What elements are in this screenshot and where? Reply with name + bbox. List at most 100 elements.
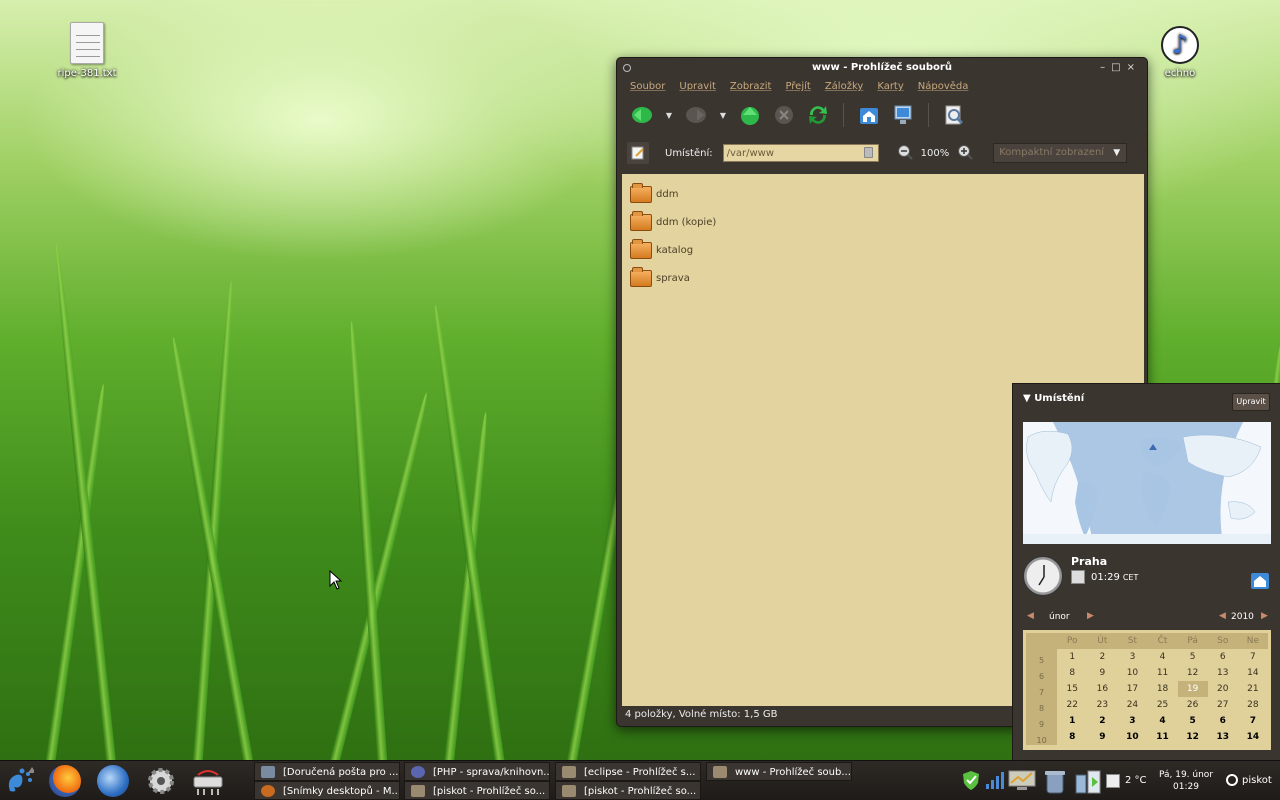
calendar-day[interactable]: 6 [1208,649,1238,665]
calendar-day[interactable]: 13 [1208,729,1238,745]
reload-button[interactable] [805,102,831,128]
network-status-button[interactable] [984,769,1006,791]
home-button[interactable] [856,102,882,128]
calendar-day[interactable]: 27 [1208,697,1238,713]
calendar-day[interactable]: 10 [1117,665,1147,681]
window-titlebar[interactable]: www - Prohlížeč souborů –□× [617,58,1147,78]
calendar-day[interactable]: 12 [1178,729,1208,745]
menu-karty[interactable]: Karty [877,78,903,96]
task-button[interactable]: [piskot - Prohlížeč so... [404,781,550,800]
calendar-day[interactable]: 5 [1178,649,1208,665]
up-button[interactable] [737,102,763,128]
desktop-icon-echno[interactable]: ♪ echno [1145,26,1215,79]
calendar-day[interactable]: 22 [1057,697,1087,713]
task-button[interactable]: [eclipse - Prohlížeč s... [555,762,701,781]
taskbar-clock[interactable]: Pá, 19. únor 01:29 [1154,769,1218,793]
panel-heading[interactable]: ▼ Umístění [1023,393,1084,404]
calendar-day[interactable]: 20 [1208,681,1238,697]
weather-icon[interactable] [1106,774,1120,788]
task-button[interactable]: [PHP - sprava/knihovn... [404,762,550,781]
calendar-day[interactable]: 25 [1147,697,1177,713]
minimize-icon[interactable]: – [1100,62,1111,73]
calendar-day[interactable]: 10 [1117,729,1147,745]
calendar-day[interactable]: 24 [1117,697,1147,713]
computer-button[interactable] [890,102,916,128]
main-menu-button[interactable] [2,765,36,797]
back-history-dropdown[interactable]: ▼ [663,111,675,120]
forward-button[interactable] [683,102,709,128]
task-button[interactable]: [Snímky desktopů - M... [254,781,400,800]
calendar-day[interactable]: 9 [1087,729,1117,745]
task-button[interactable]: [piskot - Prohlížeč so... [555,781,701,800]
back-button[interactable] [629,102,655,128]
calendar-day[interactable]: 3 [1117,713,1147,729]
calendar-day[interactable]: 6 [1208,713,1238,729]
prev-month-icon[interactable]: ◀ [1027,611,1034,621]
calendar-day[interactable]: 28 [1238,697,1268,713]
calendar-day[interactable]: 18 [1147,681,1177,697]
calendar-day[interactable]: 5 [1178,713,1208,729]
settings-launcher[interactable] [145,765,177,797]
menu-prejit[interactable]: Přejít [785,78,810,96]
edit-locations-button[interactable]: Upravit [1232,393,1270,411]
task-button[interactable]: [Doručená pošta pro ... [254,762,400,781]
prev-year-icon[interactable]: ◀ [1219,611,1226,621]
desktop-icon-ripe[interactable]: ripe-381.txt [52,22,122,79]
media-button[interactable] [1074,769,1104,794]
network-tool-launcher[interactable] [192,765,224,797]
menu-zalozky[interactable]: Záložky [825,78,863,96]
calendar-day[interactable]: 1 [1057,713,1087,729]
list-item[interactable]: katalog [622,236,1144,264]
calendar-day[interactable]: 12 [1178,665,1208,681]
list-item[interactable]: sprava [622,264,1144,292]
trash-button[interactable] [1040,769,1070,794]
firefox-launcher[interactable] [49,765,81,797]
location-input[interactable] [722,144,879,162]
forward-history-dropdown[interactable]: ▼ [717,111,729,120]
calendar-day[interactable]: 19 [1177,681,1208,697]
thunderbird-launcher[interactable] [97,765,129,797]
menu-napoveda[interactable]: Nápověda [918,78,969,96]
user-menu-button[interactable]: piskot [1226,774,1272,786]
calendar-day[interactable]: 7 [1238,713,1268,729]
calendar-day[interactable]: 23 [1087,697,1117,713]
calendar-day[interactable]: 15 [1057,681,1087,697]
menu-zobrazit[interactable]: Zobrazit [730,78,772,96]
calendar-day[interactable]: 13 [1208,665,1238,681]
toggle-location-button[interactable] [627,142,649,164]
view-mode-select[interactable]: Kompaktní zobrazení ▼ [993,143,1128,163]
calendar-day[interactable]: 8 [1057,665,1087,681]
clear-location-icon[interactable] [863,147,873,158]
task-button[interactable]: www - Prohlížeč soub... [706,762,852,781]
set-location-button[interactable] [1250,570,1270,593]
calendar-day[interactable]: 16 [1087,681,1117,697]
calendar-day[interactable]: 11 [1147,665,1177,681]
calendar-day[interactable]: 8 [1057,729,1087,745]
menu-soubor[interactable]: Soubor [630,78,665,96]
zoom-in-icon[interactable] [957,144,973,163]
menu-upravit[interactable]: Upravit [679,78,716,96]
calendar-day[interactable]: 4 [1147,713,1177,729]
temperature[interactable]: 2 °C [1125,775,1147,786]
next-year-icon[interactable]: ▶ [1261,611,1268,621]
close-icon[interactable]: × [1127,62,1141,73]
next-month-icon[interactable]: ▶ [1087,611,1094,621]
calendar-day[interactable]: 26 [1178,697,1208,713]
update-status-button[interactable] [960,769,982,791]
calendar-day[interactable]: 14 [1238,729,1268,745]
calendar-day[interactable]: 21 [1238,681,1268,697]
zoom-out-icon[interactable] [897,144,913,163]
calendar-day[interactable]: 2 [1087,649,1117,665]
calendar-day[interactable]: 14 [1238,665,1268,681]
calendar-day[interactable]: 7 [1238,649,1268,665]
system-monitor-button[interactable] [1008,769,1036,791]
stop-button[interactable] [771,102,797,128]
calendar-day[interactable]: 3 [1117,649,1147,665]
list-item[interactable]: ddm [622,180,1144,208]
window-menu-icon[interactable] [623,64,631,72]
calendar-day[interactable]: 1 [1057,649,1087,665]
list-item[interactable]: ddm (kopie) [622,208,1144,236]
calendar-day[interactable]: 2 [1087,713,1117,729]
calendar-day[interactable]: 11 [1147,729,1177,745]
search-button[interactable] [941,102,967,128]
